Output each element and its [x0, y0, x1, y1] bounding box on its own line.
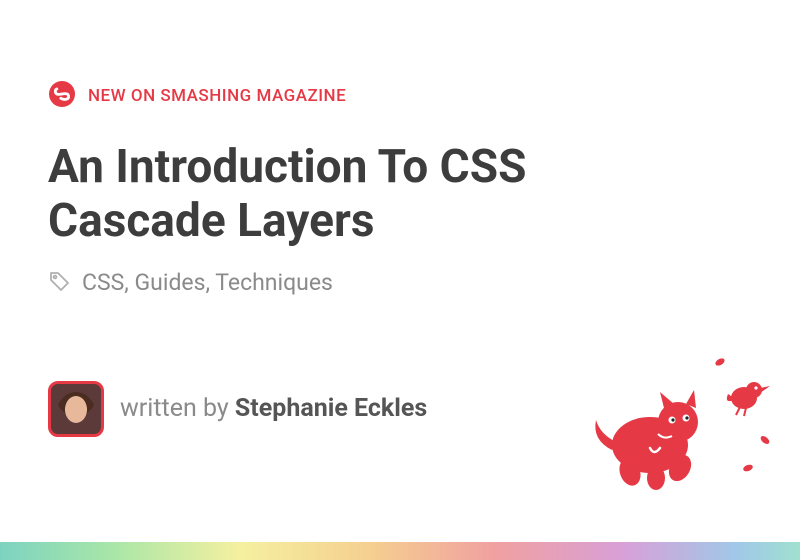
article-title: An Introduction To CSS Cascade Layers [48, 140, 688, 249]
author-name: Stephanie Eckles [235, 394, 427, 423]
byline-text: written by Stephanie Eckles [120, 394, 427, 423]
article-card: NEW ON SMASHING MAGAZINE An Introduction… [0, 0, 800, 560]
cat-bird-illustration [570, 350, 780, 500]
tag-icon [48, 269, 72, 297]
tags-row: CSS, Guides, Techniques [48, 269, 752, 297]
author-avatar [48, 381, 104, 437]
kicker-label: NEW ON SMASHING MAGAZINE [88, 86, 346, 106]
kicker-row: NEW ON SMASHING MAGAZINE [48, 80, 752, 112]
tags-list: CSS, Guides, Techniques [82, 269, 333, 296]
rainbow-divider [0, 542, 800, 560]
byline-prefix: written by [120, 394, 235, 423]
smashing-logo-icon [48, 80, 76, 112]
